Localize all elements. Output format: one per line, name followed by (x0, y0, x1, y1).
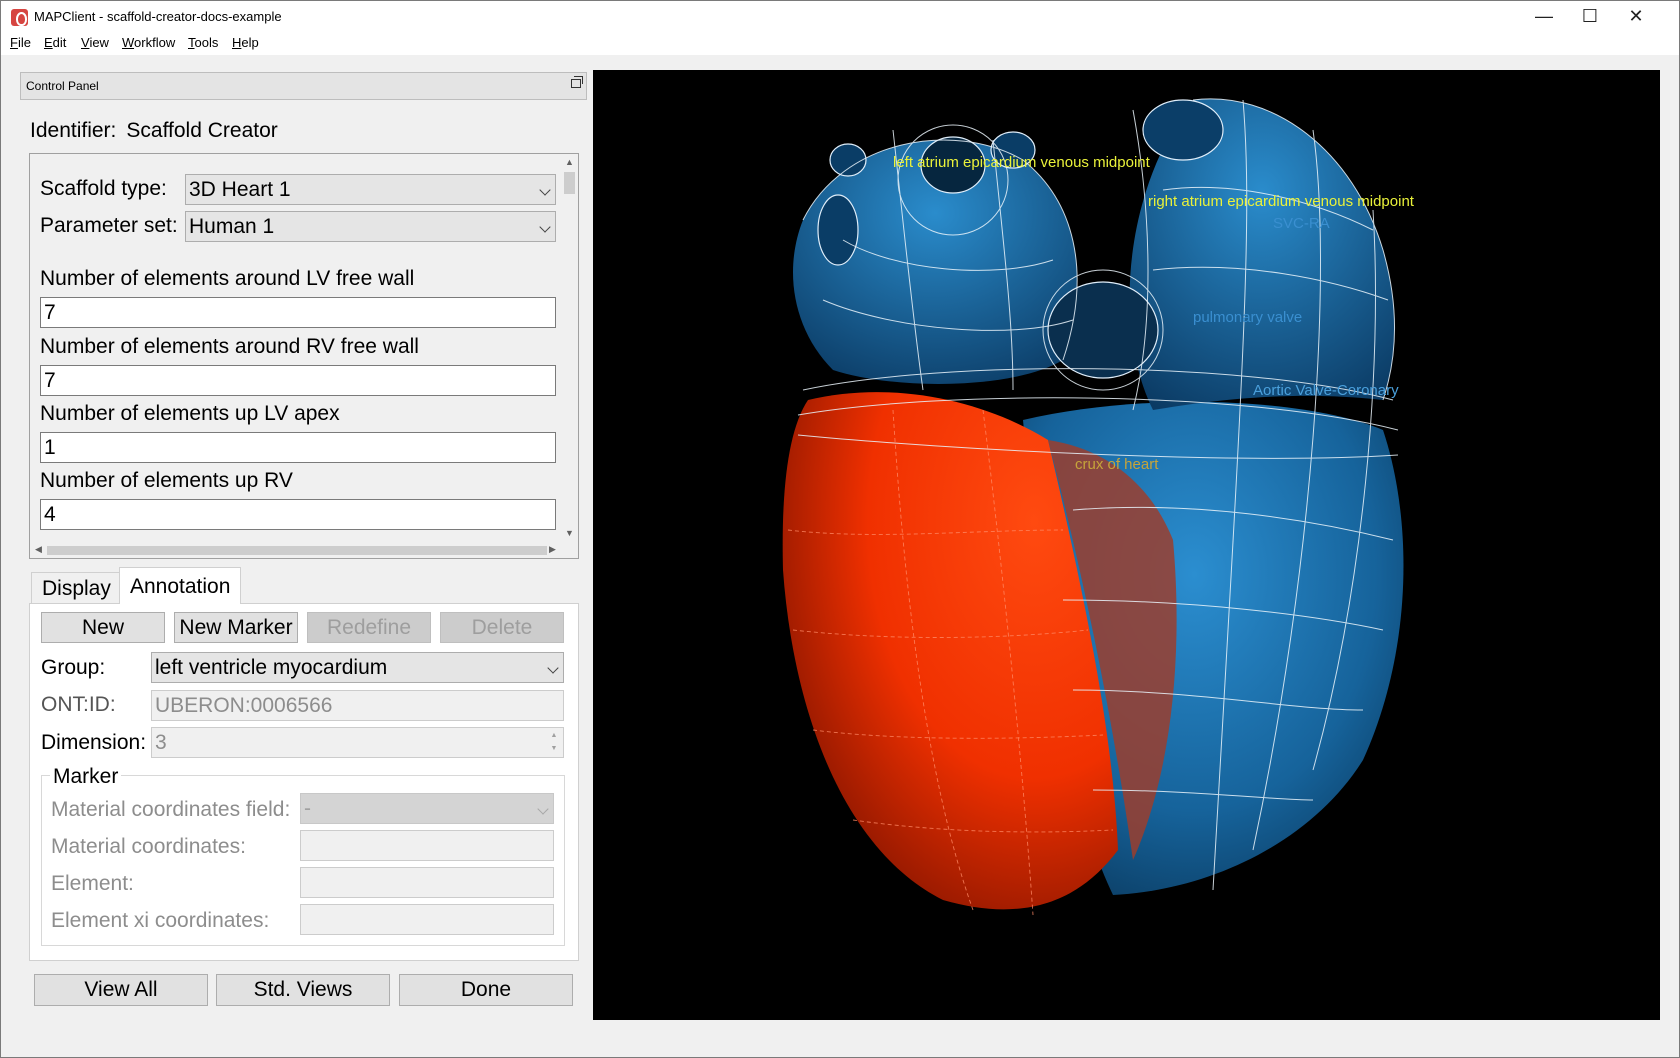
menu-help-mnemonic: H (232, 35, 242, 50)
app-icon (11, 9, 28, 26)
scroll-right-icon[interactable]: ▶ (549, 544, 556, 555)
marker-group-title: Marker (50, 765, 122, 789)
identifier-row: Identifier: Scaffold Creator (30, 119, 278, 143)
marker-label-pulmonary-valve: pulmonary valve (1193, 309, 1303, 326)
scene-viewer[interactable]: left atrium epicardium venous midpoint r… (593, 70, 1660, 1020)
control-panel-header[interactable]: Control Panel (20, 72, 587, 100)
scrollbar-thumb[interactable] (564, 172, 575, 194)
identifier-label: Identifier: (30, 119, 117, 142)
redefine-button[interactable]: Redefine (307, 612, 431, 643)
menu-view-label: iew (89, 35, 109, 50)
done-button[interactable]: Done (399, 974, 573, 1006)
identifier-value: Scaffold Creator (126, 119, 278, 142)
float-dock-icon[interactable] (571, 76, 583, 88)
element-input[interactable] (300, 867, 554, 898)
menu-help-label: elp (241, 35, 259, 50)
rv-free-wall-elements-input[interactable]: 7 (40, 365, 556, 396)
material-coordinates-field-value: - (304, 797, 311, 820)
lv-apex-elements-input[interactable]: 1 (40, 432, 556, 463)
element-xi-label: Element xi coordinates: (51, 909, 270, 932)
scaffold-type-value: 3D Heart 1 (189, 178, 291, 201)
dimension-label: Dimension: (41, 731, 147, 754)
material-coordinates-label: Material coordinates: (51, 835, 246, 858)
rv-up-elements-input[interactable]: 4 (40, 499, 556, 530)
scroll-left-icon[interactable]: ◀ (35, 544, 42, 555)
menu-help[interactable]: Help (232, 35, 259, 50)
menu-tools[interactable]: Tools (188, 35, 218, 50)
minimize-icon[interactable]: — (1521, 1, 1567, 33)
material-coordinates-field-select[interactable]: - (300, 793, 554, 824)
element-label: Element: (51, 872, 134, 895)
new-marker-button[interactable]: New Marker (174, 612, 298, 643)
menu-file-label: ile (17, 35, 31, 50)
marker-label-ra-venous: right atrium epicardium venous midpoint (1148, 193, 1414, 210)
menu-view[interactable]: View (81, 35, 109, 50)
menu-edit-label: dit (52, 35, 67, 50)
menu-workflow-mnemonic: W (122, 35, 135, 50)
marker-label-svc-ra: SVC-RA (1273, 215, 1330, 232)
scroll-down-icon[interactable]: ▼ (565, 528, 574, 538)
marker-label-crux: crux of heart (1075, 456, 1159, 473)
group-select[interactable]: left ventricle myocardium (151, 652, 564, 683)
menu-workflow[interactable]: Workflow (122, 35, 175, 50)
group-label: Group: (41, 656, 106, 679)
scaffold-type-label: Scaffold type: (40, 177, 167, 200)
chevron-down-icon (539, 184, 551, 196)
tab-display[interactable]: Display (31, 572, 122, 603)
spin-up-icon[interactable]: ▲ (546, 729, 562, 742)
horizontal-scrollbar[interactable]: ◀ ▶ (31, 542, 560, 558)
field-label: Number of elements around RV free wall (40, 335, 419, 358)
menu-file-mnemonic: F (10, 35, 18, 50)
menu-edit-mnemonic: E (44, 35, 53, 50)
menu-edit[interactable]: Edit (44, 35, 66, 50)
parameter-scroll-area[interactable]: Scaffold type: 3D Heart 1 Parameter set:… (29, 153, 579, 559)
dimension-value: 3 (155, 731, 167, 754)
menu-file[interactable]: File (10, 35, 31, 50)
group-value: left ventricle myocardium (155, 656, 388, 679)
field-label: Number of elements up RV (40, 469, 293, 492)
parameter-set-value: Human 1 (189, 215, 275, 238)
menu-workflow-label: orkflow (134, 35, 176, 50)
lv-free-wall-elements-input[interactable]: 7 (40, 297, 556, 328)
parameter-set-label: Parameter set: (40, 214, 178, 237)
std-views-button[interactable]: Std. Views (216, 974, 390, 1006)
scrollbar-thumb[interactable] (47, 546, 547, 555)
chevron-down-icon (539, 221, 551, 233)
field-label: Number of elements up LV apex (40, 402, 340, 425)
marker-label-aortic-valve: Aortic Valve-Coronary (1253, 382, 1399, 399)
scroll-up-icon[interactable]: ▲ (565, 157, 574, 167)
spin-down-icon[interactable]: ▼ (546, 742, 562, 755)
maximize-icon[interactable]: ☐ (1567, 1, 1613, 33)
ontid-field: UBERON:0006566 (151, 690, 564, 721)
delete-button[interactable]: Delete (440, 612, 564, 643)
parameter-set-select[interactable]: Human 1 (185, 211, 556, 242)
menu-bar: File Edit View Workflow Tools Help (0, 33, 1680, 55)
view-all-button[interactable]: View All (34, 974, 208, 1006)
window-titlebar: MAPClient - scaffold-creator-docs-exampl… (0, 0, 1680, 33)
new-button[interactable]: New (41, 612, 165, 643)
ontid-label: ONT:ID: (41, 693, 116, 716)
element-xi-input[interactable] (300, 904, 554, 935)
marker-label-la-venous: left atrium epicardium venous midpoint (893, 154, 1150, 171)
chevron-down-icon (537, 803, 549, 815)
menu-tools-label: ools (194, 35, 219, 50)
window-title: MAPClient - scaffold-creator-docs-exampl… (34, 9, 282, 24)
material-coordinates-input[interactable] (300, 830, 554, 861)
spinbox-arrows[interactable]: ▲ ▼ (546, 729, 562, 756)
tab-annotation[interactable]: Annotation (119, 567, 242, 604)
field-label: Number of elements around LV free wall (40, 267, 415, 290)
control-panel-title: Control Panel (26, 79, 99, 93)
heart-scaffold-render (782, 98, 1404, 916)
dimension-spinbox[interactable]: 3 ▲ ▼ (151, 727, 564, 758)
vertical-scrollbar[interactable]: ▲ ▼ (560, 155, 578, 542)
material-coordinates-field-label: Material coordinates field: (51, 798, 291, 821)
chevron-down-icon (547, 662, 559, 674)
scaffold-type-select[interactable]: 3D Heart 1 (185, 174, 556, 205)
close-icon[interactable]: ✕ (1613, 1, 1659, 33)
